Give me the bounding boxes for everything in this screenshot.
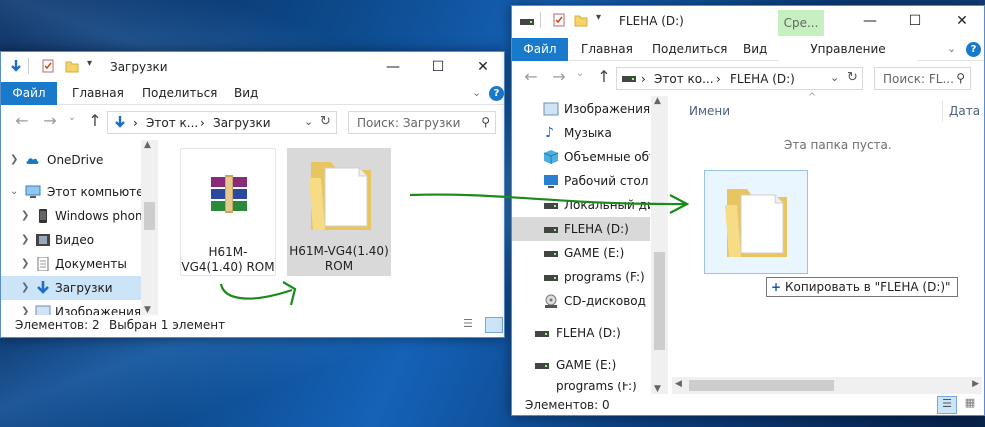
drag-arrows-annotation: [219, 193, 690, 306]
drag-arrow-short: [219, 283, 293, 300]
drag-arrow-long: [409, 193, 686, 206]
arrow-head: [282, 281, 297, 306]
